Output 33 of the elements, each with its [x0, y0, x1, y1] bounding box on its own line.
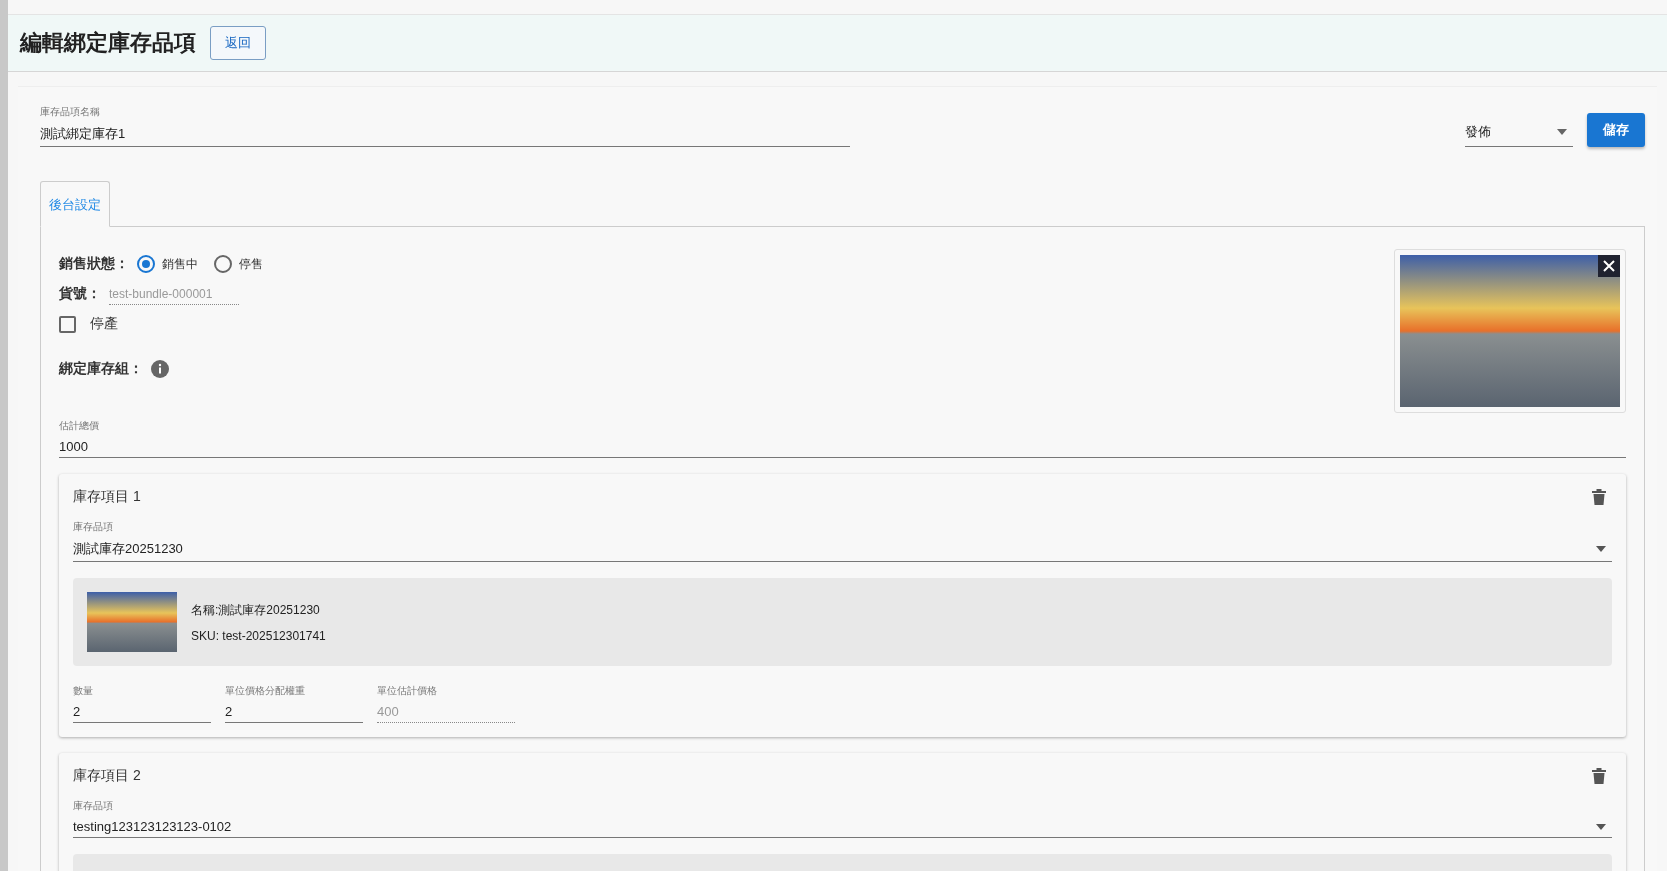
item-name: 名稱:測試庫存20251230: [191, 601, 321, 619]
caret-icon: [1596, 546, 1606, 552]
caret-icon: [1557, 129, 1567, 135]
close-icon: [1603, 260, 1615, 272]
trash-icon[interactable]: [1592, 768, 1606, 784]
checkbox[interactable]: [59, 315, 76, 333]
text-field[interactable]: 數量 2: [73, 684, 211, 723]
sku-label: 貨號：: [59, 285, 101, 303]
tab[interactable]: 後台設定: [40, 181, 110, 227]
close-button[interactable]: [1598, 255, 1620, 277]
save-button[interactable]: 儲存: [1587, 113, 1645, 147]
sale-status-label: 銷售狀態：: [59, 255, 129, 273]
item-title: 庫存項目 2: [73, 767, 141, 785]
radio-button[interactable]: [214, 255, 232, 273]
radio-label: 停售: [239, 255, 263, 273]
page-title: 編輯綁定庫存品項: [20, 29, 196, 57]
name-field[interactable]: 庫存品項名稱 測試綁定庫存1: [40, 105, 850, 147]
text-field[interactable]: 單位價格分配權重 2: [225, 684, 363, 723]
item-title: 庫存項目 1: [73, 488, 141, 506]
info-icon[interactable]: [151, 360, 169, 378]
text-field[interactable]: 估計總價 1000: [59, 419, 1626, 458]
trash-icon[interactable]: [1592, 489, 1606, 505]
select-field[interactable]: 庫存品項 testing123123123123-0102: [73, 799, 1612, 838]
radio-label: 銷售中: [162, 255, 198, 273]
back-button[interactable]: 返回: [210, 26, 266, 60]
checkbox-label: 停產: [90, 315, 118, 333]
item-sku: SKU: test-202512301741: [191, 628, 326, 643]
radio-button[interactable]: [137, 255, 155, 273]
bundle-group-label: 綁定庫存組：: [59, 360, 143, 378]
caret-icon: [1596, 823, 1606, 830]
status-select[interactable]: 發佈: [1465, 119, 1573, 147]
select-field[interactable]: 庫存品項 測試庫存20251230: [73, 520, 1612, 562]
sku-field: test-bundle-000001: [109, 283, 239, 305]
